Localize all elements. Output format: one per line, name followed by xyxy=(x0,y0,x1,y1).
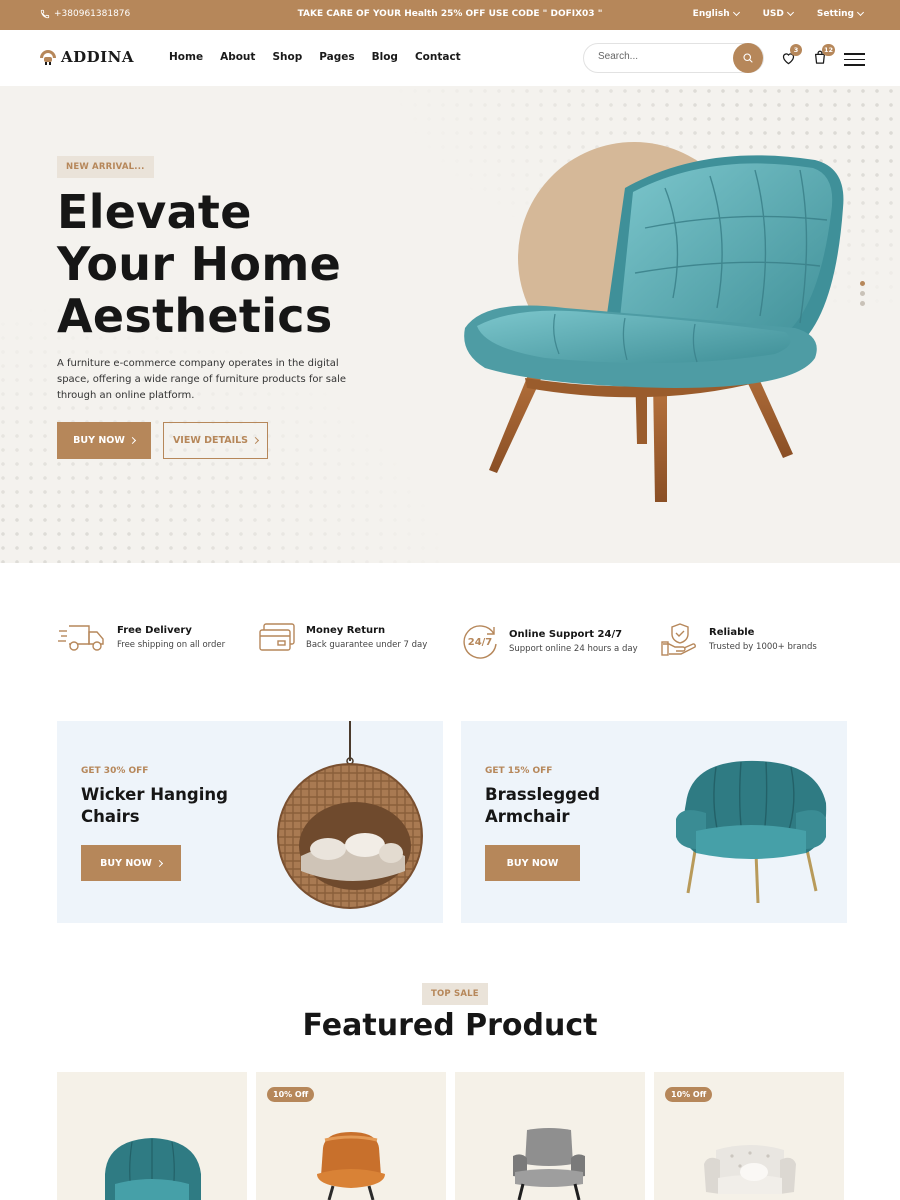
hero-slider-pagination xyxy=(860,281,865,311)
site-header: ADDINA Home About Shop Pages Blog Contac… xyxy=(0,30,900,86)
nav-contact[interactable]: Contact xyxy=(415,51,461,63)
search-button[interactable] xyxy=(733,43,763,73)
grey-dining-chair-image xyxy=(513,1128,585,1200)
main-nav: Home About Shop Pages Blog Contact xyxy=(169,51,461,63)
cart-count-badge: 12 xyxy=(822,44,836,56)
nav-pages[interactable]: Pages xyxy=(319,51,354,63)
chevron-down-icon xyxy=(732,8,740,17)
menu-button[interactable] xyxy=(844,53,865,70)
hero-description: A furniture e-commerce company operates … xyxy=(57,358,347,401)
feature-subtitle: Back guarantee under 7 day xyxy=(306,639,428,650)
feature-subtitle: Support online 24 hours a day xyxy=(509,643,638,654)
teal-tub-chair-image xyxy=(105,1138,201,1200)
product-card[interactable] xyxy=(455,1072,645,1200)
logo-text: ADDINA xyxy=(61,48,135,66)
product-card[interactable] xyxy=(57,1072,247,1200)
feature-item: 24/7 Online Support 24/7 Support online … xyxy=(461,622,638,660)
cart-button[interactable]: 12 xyxy=(813,44,836,69)
feature-item: Money Return Back guarantee under 7 day xyxy=(258,622,427,652)
slider-dot-active[interactable] xyxy=(860,281,865,286)
hero-title-line: Your Home xyxy=(57,237,342,291)
logo-icon xyxy=(40,50,56,65)
hero-details-button[interactable]: VIEW DETAILS xyxy=(163,422,268,459)
slider-dot[interactable] xyxy=(860,301,865,306)
card-icon xyxy=(259,623,295,651)
chevron-right-icon xyxy=(128,436,136,445)
discount-badge: 10% Off xyxy=(267,1087,315,1102)
banner-title: Brasslegged Armchair xyxy=(485,785,600,826)
setting-select[interactable]: Setting xyxy=(817,8,865,19)
feature-title: Online Support 24/7 xyxy=(509,628,623,640)
banner-tag: GET 15% OFF xyxy=(485,766,553,776)
nav-about[interactable]: About xyxy=(220,51,255,63)
feature-subtitle: Trusted by 1000+ brands xyxy=(709,641,817,652)
wishlist-button[interactable]: 3 xyxy=(781,44,802,69)
chevron-right-icon xyxy=(155,859,163,867)
nav-home[interactable]: Home xyxy=(169,51,203,63)
hero-section: NEW ARRIVAL... Elevate Your Home Aesthet… xyxy=(0,86,900,563)
chevron-right-icon xyxy=(251,436,260,445)
hero-buy-button[interactable]: BUY NOW xyxy=(57,422,151,459)
teal-lounge-chair-image xyxy=(464,155,844,502)
search-box xyxy=(583,43,764,73)
feature-title: Money Return xyxy=(306,624,386,636)
currency-select[interactable]: USD xyxy=(763,8,794,19)
brass-leg-armchair-image xyxy=(676,760,827,903)
feature-subtitle: Free shipping on all order xyxy=(117,639,226,650)
slider-dot[interactable] xyxy=(860,291,865,296)
wicker-hanging-chair-image xyxy=(277,721,423,909)
section-title: Featured Product xyxy=(302,1008,598,1043)
product-card[interactable]: 10% Off xyxy=(654,1072,844,1200)
nav-blog[interactable]: Blog xyxy=(372,51,398,63)
banner-buy-button[interactable]: BUY NOW xyxy=(485,845,580,881)
search-icon xyxy=(743,53,753,63)
hero-title-line: Aesthetics xyxy=(57,289,333,343)
discount-badge: 10% Off xyxy=(665,1087,713,1102)
language-select[interactable]: English xyxy=(693,8,740,19)
feature-item: Reliable Trusted by 1000+ brands xyxy=(661,622,817,656)
promo-banner-armchair: GET 15% OFF Brasslegged Armchair BUY NOW xyxy=(461,721,847,923)
section-tag: TOP SALE xyxy=(422,983,488,1005)
top-bar: +380961381876 TAKE CARE OF YOUR Health 2… xyxy=(0,0,900,30)
search-input[interactable] xyxy=(598,51,718,62)
promo-banner-wicker: GET 30% OFF Wicker Hanging Chairs BUY NO… xyxy=(57,721,443,923)
hero-title: Elevate Your Home Aesthetics xyxy=(57,186,397,342)
feature-title: Reliable xyxy=(709,626,755,638)
features-row: Free Delivery Free shipping on all order… xyxy=(57,622,857,662)
chevron-down-icon xyxy=(786,8,794,17)
chevron-down-icon xyxy=(856,8,865,17)
hand-shield-icon xyxy=(661,623,696,656)
hero-tag: NEW ARRIVAL... xyxy=(57,156,154,178)
product-card[interactable]: 10% Off xyxy=(256,1072,446,1200)
feature-title: Free Delivery xyxy=(117,624,192,636)
hamburger-icon xyxy=(844,53,865,55)
white-tufted-armchair-image xyxy=(704,1145,796,1194)
hero-title-line: Elevate xyxy=(57,185,252,239)
banner-tag: GET 30% OFF xyxy=(81,766,149,776)
banner-title: Wicker Hanging Chairs xyxy=(81,785,228,826)
orange-leather-chair-image xyxy=(317,1132,385,1200)
nav-shop[interactable]: Shop xyxy=(272,51,302,63)
wishlist-count-badge: 3 xyxy=(790,44,802,56)
banner-buy-button[interactable]: BUY NOW xyxy=(81,845,181,881)
truck-icon xyxy=(58,625,104,651)
support-24-7-icon: 24/7 xyxy=(463,625,497,659)
svg-text:24/7: 24/7 xyxy=(468,637,493,648)
logo[interactable]: ADDINA xyxy=(38,48,134,66)
feature-item: Free Delivery Free shipping on all order xyxy=(57,622,225,652)
